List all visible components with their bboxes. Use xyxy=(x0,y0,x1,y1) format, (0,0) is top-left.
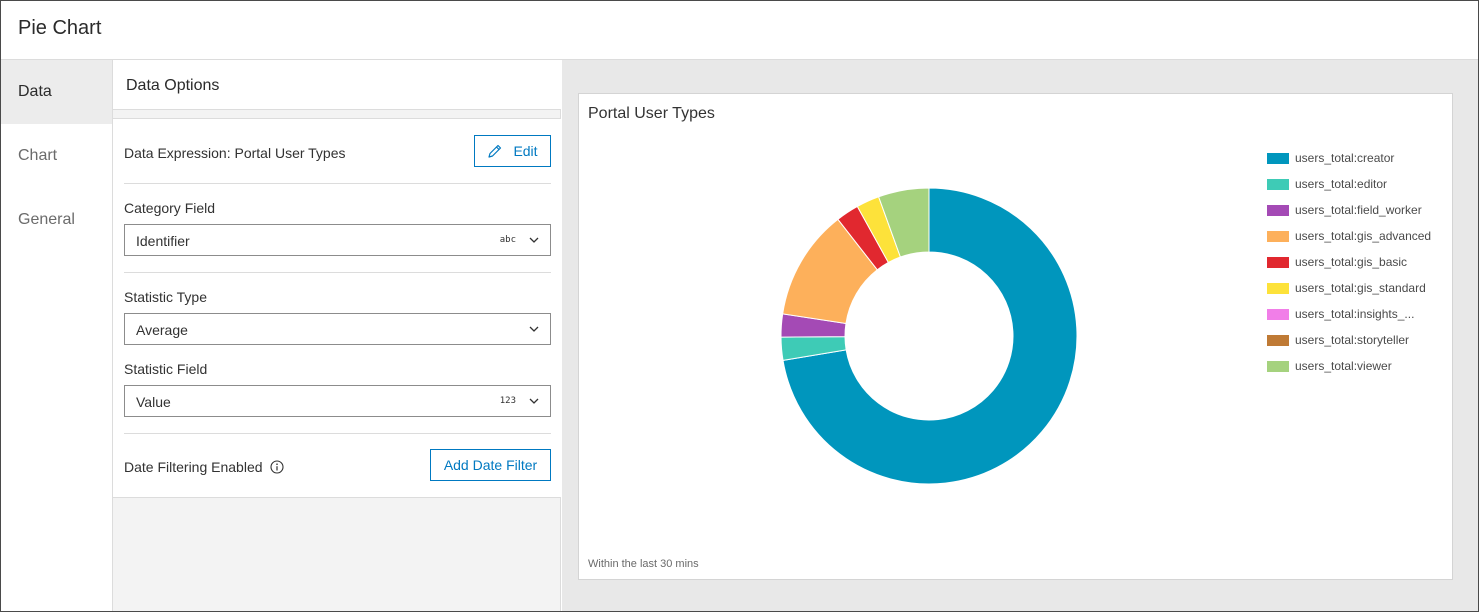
legend-label: users_total:storyteller xyxy=(1295,333,1410,347)
legend-label: users_total:gis_standard xyxy=(1295,281,1426,295)
legend-swatch xyxy=(1267,335,1289,346)
statistic-field-select[interactable]: Value 123 xyxy=(124,385,551,417)
add-date-filter-label: Add Date Filter xyxy=(443,457,538,473)
statistic-type-value: Average xyxy=(136,322,188,338)
add-date-filter-button[interactable]: Add Date Filter xyxy=(430,449,551,481)
nav-tab-data[interactable]: Data xyxy=(1,60,112,124)
date-filtering-text: Date Filtering Enabled xyxy=(124,459,263,475)
chevron-down-icon xyxy=(529,237,539,243)
category-field-select[interactable]: Identifier abc xyxy=(124,224,551,256)
chart-card: Portal User Types users_total:creator use… xyxy=(578,93,1453,580)
category-field-label: Category Field xyxy=(124,200,216,216)
legend-label: users_total:gis_advanced xyxy=(1295,229,1432,243)
number-type-badge: 123 xyxy=(499,396,516,406)
panel-header: Data Options xyxy=(113,60,561,110)
legend-item[interactable]: users_total:storyteller xyxy=(1267,333,1452,359)
divider xyxy=(124,183,551,184)
chart-footnote: Within the last 30 mins xyxy=(588,558,699,570)
donut-chart xyxy=(780,187,1078,485)
data-expression-label: Data Expression: Portal User Types xyxy=(124,145,346,161)
legend-swatch xyxy=(1267,257,1289,268)
legend-swatch xyxy=(1267,361,1289,372)
legend-label: users_total:editor xyxy=(1295,177,1388,191)
chevron-down-icon xyxy=(529,326,539,332)
nav-tab-chart[interactable]: Chart xyxy=(1,124,112,188)
side-nav: Data Chart General xyxy=(1,60,113,611)
info-icon[interactable] xyxy=(270,460,284,474)
category-field-value: Identifier xyxy=(136,233,190,249)
chart-legend: users_total:creator users_total:editoruse… xyxy=(1267,151,1452,385)
statistic-type-label: Statistic Type xyxy=(124,289,208,305)
statistic-type-select[interactable]: Average xyxy=(124,313,551,345)
legend-label: users_total:field_worker xyxy=(1295,203,1422,217)
legend-label: users_total:insights_... xyxy=(1295,307,1415,321)
legend-item[interactable]: users_total:insights_... xyxy=(1267,307,1452,333)
legend-item[interactable]: users_total:gis_standard xyxy=(1267,281,1452,307)
statistic-field-value: Value xyxy=(136,394,171,410)
string-type-badge: abc xyxy=(499,235,516,245)
chart-preview-area: Portal User Types users_total:creator use… xyxy=(562,60,1478,611)
divider xyxy=(124,433,551,434)
pencil-icon xyxy=(488,144,502,158)
legend-label: users_total:creator xyxy=(1295,151,1395,165)
legend-item[interactable]: users_total:creator xyxy=(1267,151,1452,177)
legend-swatch xyxy=(1267,283,1289,294)
legend-item[interactable]: users_total:gis_advanced xyxy=(1267,229,1452,255)
app-header: Pie Chart xyxy=(1,1,1478,60)
divider xyxy=(124,272,551,273)
chevron-down-icon xyxy=(529,398,539,404)
legend-swatch xyxy=(1267,205,1289,216)
legend-item[interactable]: users_total:editor xyxy=(1267,177,1452,203)
legend-item[interactable]: users_total:field_worker xyxy=(1267,203,1452,229)
legend-swatch xyxy=(1267,179,1289,190)
chart-title: Portal User Types xyxy=(588,105,715,122)
legend-swatch xyxy=(1267,231,1289,242)
edit-expression-button[interactable]: Edit xyxy=(474,135,551,167)
app-title: Pie Chart xyxy=(18,17,102,39)
legend-item[interactable]: users_total:gis_basic xyxy=(1267,255,1452,281)
legend-label: users_total:viewer xyxy=(1295,359,1392,373)
nav-tab-general[interactable]: General xyxy=(1,188,112,252)
legend-item[interactable]: users_total:viewer xyxy=(1267,359,1452,385)
legend-swatch xyxy=(1267,153,1289,164)
app-window: Pie Chart Data Chart General Data Option… xyxy=(0,0,1479,612)
legend-swatch xyxy=(1267,309,1289,320)
panel-title: Data Options xyxy=(126,77,220,94)
edit-button-label: Edit xyxy=(513,143,538,159)
data-options-panel: Data Options Data Expression: Portal Use… xyxy=(113,60,561,611)
statistic-field-label: Statistic Field xyxy=(124,361,208,377)
legend-label: users_total:gis_basic xyxy=(1295,255,1408,269)
date-filtering-label: Date Filtering Enabled xyxy=(124,459,284,475)
panel-body: Data Expression: Portal User Types Edit … xyxy=(113,118,561,498)
